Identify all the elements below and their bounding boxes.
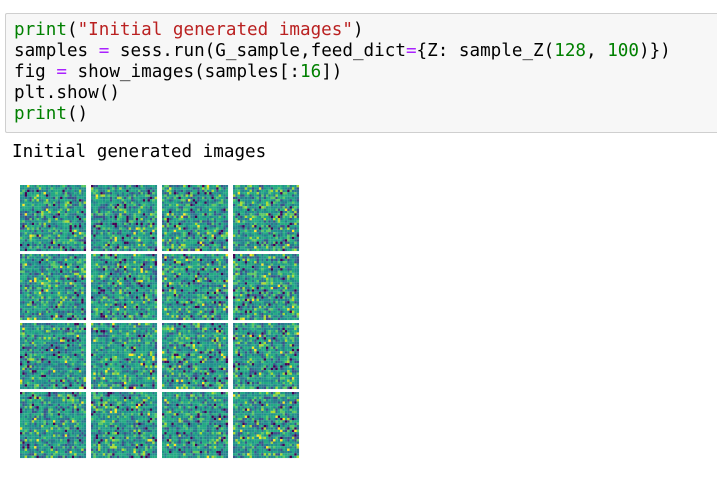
generated-image-tile — [20, 185, 87, 252]
generated-images-figure — [20, 185, 301, 460]
code-line: fig = show_images(samples[:16]) — [14, 62, 671, 83]
code-token: , — [586, 41, 608, 61]
generated-image-tile — [162, 392, 229, 459]
generated-image-tile — [91, 323, 158, 390]
generated-image-tile — [233, 185, 300, 252]
generated-image-tile — [91, 392, 158, 459]
code-token: = — [98, 41, 110, 61]
generated-image-tile — [20, 323, 87, 390]
code-token: ( — [66, 20, 78, 40]
code-token: sess.run(G_sample,feed_dict — [109, 41, 406, 61]
code-token: 128 — [554, 41, 587, 61]
code-token: )}) — [638, 41, 671, 61]
generated-image-tile — [91, 185, 158, 252]
code-line: plt.show() — [14, 83, 671, 104]
code-token: show_images(samples[: — [66, 62, 301, 82]
generated-image-tile — [233, 254, 300, 321]
generated-image-tile — [162, 254, 229, 321]
code-line: print() — [14, 104, 671, 125]
code-cell-input[interactable]: print("Initial generated images") samples… — [5, 13, 717, 133]
code-token: samples — [14, 41, 99, 61]
code-token: fig — [14, 62, 57, 82]
code-token: "Initial generated images" — [77, 20, 353, 40]
code-token: 16 — [300, 62, 322, 82]
code-editor[interactable]: print("Initial generated images") samples… — [14, 20, 671, 125]
code-token: ]) — [321, 62, 343, 82]
code-token: print — [14, 104, 67, 124]
code-token: ) — [352, 20, 364, 40]
image-grid — [20, 185, 300, 459]
generated-image-tile — [20, 254, 87, 321]
code-token: = — [405, 41, 417, 61]
generated-image-tile — [162, 323, 229, 390]
code-token: () — [66, 104, 89, 124]
generated-image-tile — [20, 392, 87, 459]
code-token: {Z: sample_Z( — [416, 41, 555, 61]
generated-image-tile — [91, 254, 158, 321]
code-token: 100 — [607, 41, 639, 61]
code-line: print("Initial generated images") — [14, 20, 671, 41]
cell-output-text: Initial generated images — [12, 142, 267, 162]
code-token: print — [14, 20, 67, 40]
code-token: = — [56, 62, 67, 82]
code-line: samples = sess.run(G_sample,feed_dict={Z… — [14, 41, 671, 62]
generated-image-tile — [162, 185, 229, 252]
generated-image-tile — [233, 323, 300, 390]
generated-image-tile — [233, 392, 300, 459]
code-token: plt.show() — [14, 83, 120, 103]
